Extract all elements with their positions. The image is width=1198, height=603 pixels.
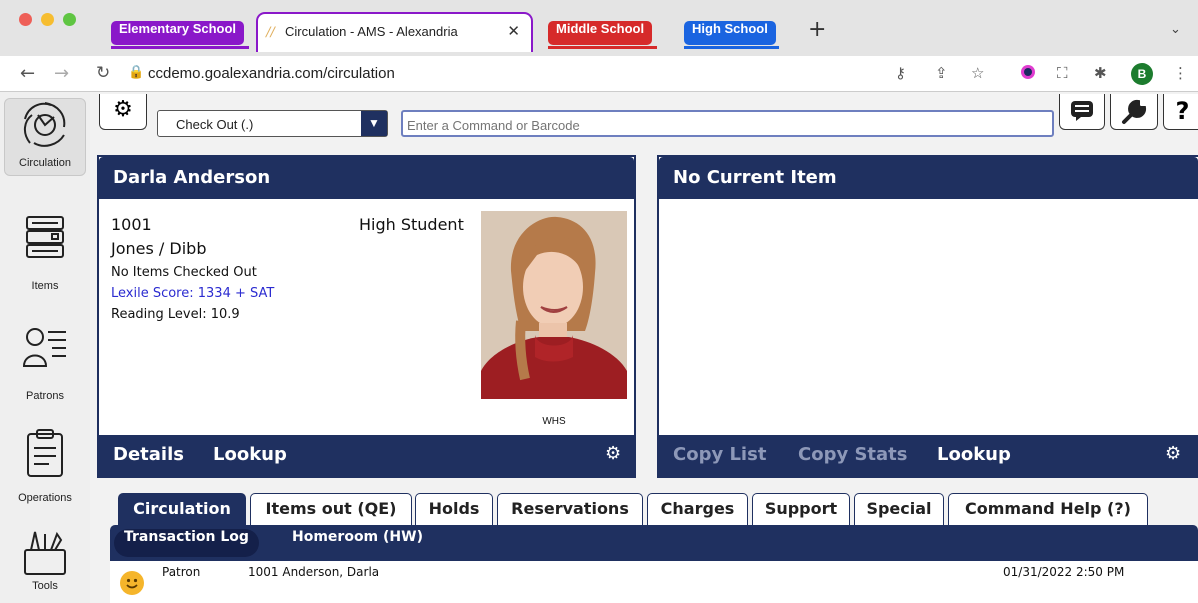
patron-lexile-link[interactable]: Lexile Score: 1334 + SAT [111, 286, 274, 301]
patron-homeroom: Jones / Dibb [111, 239, 207, 258]
app-sidebar: Circulation Items Patrons Operations Too… [0, 92, 90, 603]
patron-reading-level: Reading Level: 10.9 [111, 307, 240, 322]
url-field[interactable]: ccdemo.goalexandria.com/circulation [148, 65, 395, 82]
tab-group-middle[interactable]: Middle School [548, 21, 653, 45]
screenshot-extension-icon[interactable]: ⛶ [1057, 64, 1068, 82]
sidebar-item-label: Tools [32, 580, 58, 592]
books-icon [26, 216, 64, 258]
patron-panel: Darla Anderson 1001 High Student Jones /… [97, 155, 636, 478]
mode-select[interactable]: Check Out (.) ▼ [157, 110, 388, 137]
patron-panel-footer: Details Lookup ⚙ [99, 435, 634, 476]
lock-icon[interactable]: 🔒 [128, 65, 144, 80]
patron-lookup-link[interactable]: Lookup [213, 444, 287, 465]
patron-photo [481, 211, 627, 399]
tab-title: Circulation - AMS - Alexandria [285, 24, 458, 39]
tab-support[interactable]: Support [752, 493, 850, 526]
sidebar-item-items[interactable]: Items [4, 214, 86, 292]
color-extension-icon[interactable] [1020, 64, 1036, 84]
sidebar-item-circulation[interactable]: Circulation [4, 98, 86, 176]
tools-icon [24, 531, 66, 575]
mode-select-value: Check Out (.) [176, 117, 254, 132]
reload-icon[interactable]: ↻ [96, 63, 110, 83]
help-button[interactable]: ? [1163, 94, 1198, 130]
patron-list-icon [22, 328, 66, 367]
item-lookup-link[interactable]: Lookup [937, 444, 1011, 465]
help-question-icon: ? [1175, 97, 1190, 125]
tab-command-help[interactable]: Command Help (?) [948, 493, 1148, 526]
alexandria-favicon-icon: ∕∕ [266, 25, 275, 40]
wrench-icon [1122, 99, 1147, 124]
sidebar-item-label: Operations [18, 492, 72, 504]
bookmark-star-icon[interactable]: ☆ [971, 64, 984, 82]
command-input[interactable] [401, 110, 1054, 137]
forward-arrow-icon[interactable]: → [54, 63, 69, 84]
patron-gear-icon[interactable]: ⚙ [605, 443, 621, 464]
tab-group-elementary[interactable]: Elementary School [111, 21, 245, 45]
tab-search-chevron-icon[interactable]: ⌄ [1170, 22, 1181, 37]
clipboard-icon [27, 429, 63, 477]
item-panel: No Current Item Copy List Copy Stats Loo… [657, 155, 1198, 478]
sidebar-item-label: Circulation [19, 157, 71, 169]
item-panel-title: No Current Item [659, 157, 1198, 199]
gear-icon: ⚙ [113, 97, 133, 122]
browser-tab-bar: Elementary School ∕∕ Circulation - AMS -… [0, 0, 1198, 56]
sidebar-item-label: Items [31, 280, 59, 292]
tab-items-out[interactable]: Items out (QE) [250, 493, 412, 526]
tab-special[interactable]: Special [854, 493, 944, 526]
browser-menu-icon[interactable]: ⋮ [1173, 64, 1188, 82]
patron-name[interactable]: Darla Anderson [99, 157, 634, 199]
details-link[interactable]: Details [113, 444, 184, 465]
profile-avatar[interactable]: B [1131, 63, 1153, 85]
item-gear-icon[interactable]: ⚙ [1165, 443, 1181, 464]
smiley-icon [120, 571, 144, 595]
maximize-window-button[interactable] [63, 13, 76, 26]
message-icon [1071, 101, 1093, 121]
sidebar-item-tools[interactable]: Tools [4, 528, 86, 592]
tab-reservations[interactable]: Reservations [497, 493, 643, 526]
log-timestamp: 01/31/2022 2:50 PM [1003, 565, 1125, 579]
log-detail: 1001 Anderson, Darla [248, 565, 380, 579]
log-type: Patron [162, 565, 201, 579]
item-panel-footer: Copy List Copy Stats Lookup ⚙ [659, 435, 1198, 476]
copy-stats-link[interactable]: Copy Stats [798, 444, 908, 465]
copy-list-link[interactable]: Copy List [673, 444, 766, 465]
close-window-button[interactable] [19, 13, 32, 26]
subtab-bar: Transaction Log Homeroom (HW) [110, 525, 1198, 561]
sidebar-item-operations[interactable]: Operations [4, 428, 86, 504]
share-icon[interactable]: ⇪ [935, 64, 948, 82]
sidebar-item-label: Patrons [26, 390, 64, 402]
patron-barcode: 1001 [111, 215, 152, 234]
tab-group-underline [684, 46, 779, 49]
tab-holds[interactable]: Holds [415, 493, 493, 526]
photo-caption: WHS [542, 416, 566, 427]
tab-circulation[interactable]: Circulation [118, 493, 246, 526]
extensions-puzzle-icon[interactable]: ✱ [1094, 64, 1107, 82]
patron-items-status: No Items Checked Out [111, 265, 257, 280]
subtab-transaction-log[interactable]: Transaction Log [114, 529, 259, 557]
tab-group-underline [111, 46, 249, 49]
chevron-down-icon[interactable]: ▼ [361, 111, 387, 136]
tab-group-underline [548, 46, 657, 49]
circulation-app: ⚙ Check Out (.) ▼ ? Darla Anderson 1001 … [90, 92, 1198, 603]
settings-gear-button[interactable]: ⚙ [99, 94, 147, 130]
back-arrow-icon[interactable]: ← [20, 63, 35, 84]
preferences-button[interactable] [1110, 94, 1158, 130]
patron-policy: High Student [359, 215, 464, 234]
subtab-homeroom[interactable]: Homeroom (HW) [282, 529, 433, 557]
sidebar-item-patrons[interactable]: Patrons [4, 324, 86, 402]
active-browser-tab[interactable]: ∕∕ Circulation - AMS - Alexandria ✕ [256, 12, 533, 52]
messages-button[interactable] [1059, 94, 1105, 130]
circulation-logo-icon [24, 102, 66, 147]
tab-charges[interactable]: Charges [647, 493, 748, 526]
close-tab-icon[interactable]: ✕ [507, 22, 520, 40]
key-icon[interactable]: ⚷ [895, 64, 906, 82]
tab-group-high[interactable]: High School [684, 21, 776, 45]
address-bar: ← → ↻ 🔒 ccdemo.goalexandria.com/circulat… [0, 56, 1198, 92]
minimize-window-button[interactable] [41, 13, 54, 26]
new-tab-button[interactable]: + [808, 17, 826, 42]
transaction-log-row[interactable]: Patron 1001 Anderson, Darla 01/31/2022 2… [110, 561, 1198, 603]
